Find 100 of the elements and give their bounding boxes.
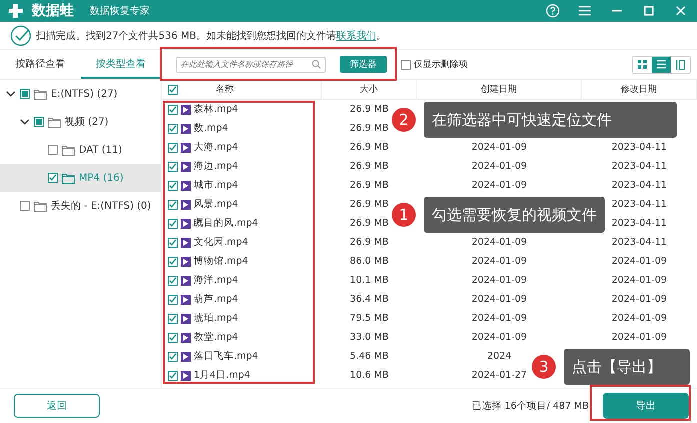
created-date: 2024-01-27 xyxy=(472,370,528,381)
maximize-icon xyxy=(644,6,654,16)
close-icon xyxy=(676,6,686,16)
video-file-icon xyxy=(181,276,191,286)
view-mode-button[interactable] xyxy=(652,56,671,72)
video-file-icon xyxy=(181,370,191,380)
callout-text: 点击【导出】 xyxy=(564,349,690,385)
modified-date: 2024-01-09 xyxy=(612,313,668,324)
created-date: 2024-01-09 xyxy=(472,332,528,343)
file-name: 落日飞车.mp4 xyxy=(194,350,258,363)
created-date: 2024-01-09 xyxy=(472,256,528,267)
checkbox[interactable] xyxy=(168,142,178,152)
created-date: 2024-01-09 xyxy=(472,237,528,248)
step-number-badge: 2 xyxy=(392,108,416,132)
search-icon xyxy=(312,60,321,69)
file-name: 葫芦.mp4 xyxy=(194,293,238,306)
chevron-icon[interactable] xyxy=(6,89,16,99)
column-header[interactable]: 修改日期 xyxy=(621,83,657,96)
app-subtitle: 数据恢复专家 xyxy=(90,4,150,18)
video-file-icon xyxy=(181,332,191,342)
created-date: 2024-01-09 xyxy=(472,180,528,191)
checkbox[interactable] xyxy=(168,84,178,94)
search-field[interactable]: 在此处输入文件名称或保存路径 xyxy=(176,56,326,72)
video-file-icon xyxy=(181,218,191,228)
video-file-icon xyxy=(181,142,191,152)
folder-icon xyxy=(34,200,47,212)
callout-text: 在筛选器中可快速定位文件 xyxy=(424,102,677,138)
file-size: 79.5 MB xyxy=(350,313,389,324)
deleted-only-label: 仅显示删除项 xyxy=(414,58,468,71)
selection-summary: 已选择 16个项目/ 487 MB xyxy=(472,400,589,412)
checkbox[interactable] xyxy=(168,276,178,286)
column-header[interactable]: 大小 xyxy=(360,83,378,96)
video-file-icon xyxy=(181,200,191,210)
contact-link[interactable]: 联系我们 xyxy=(336,30,376,42)
file-name: 文化园.mp4 xyxy=(194,236,248,249)
step-number-badge: 3 xyxy=(532,355,556,379)
video-file-icon xyxy=(181,180,191,190)
modified-date: 2024-01-09 xyxy=(612,256,668,267)
video-file-icon xyxy=(181,294,191,304)
checkbox[interactable] xyxy=(168,256,178,266)
maximize-button[interactable] xyxy=(641,3,657,19)
checkbox[interactable] xyxy=(168,314,178,324)
checkbox[interactable] xyxy=(48,145,58,155)
minimize-icon xyxy=(612,10,622,12)
checkbox[interactable] xyxy=(168,238,178,248)
file-size: 26.9 MB xyxy=(350,218,389,229)
folder-icon xyxy=(62,172,75,184)
back-button[interactable]: 返回 xyxy=(14,394,100,418)
checkbox[interactable] xyxy=(168,124,178,134)
created-date: 2024-01-09 xyxy=(472,294,528,305)
checkbox[interactable] xyxy=(168,180,178,190)
app-name: 数据蛙 xyxy=(32,2,74,20)
column-header[interactable]: 名称 xyxy=(216,83,234,96)
file-name: 1月4日.mp4 xyxy=(194,369,250,382)
filter-button[interactable]: 筛选器 xyxy=(340,56,387,73)
help-button[interactable] xyxy=(545,3,561,19)
checkbox[interactable] xyxy=(168,162,178,172)
file-size: 26.9 MB xyxy=(350,123,389,134)
file-size: 86.0 MB xyxy=(350,256,389,267)
file-name: 风景.mp4 xyxy=(194,198,238,211)
file-name: 城市.mp4 xyxy=(194,179,238,192)
column-header[interactable]: 创建日期 xyxy=(481,83,517,96)
file-name: 海洋.mp4 xyxy=(194,274,238,287)
checkbox[interactable] xyxy=(168,200,178,210)
file-size: 26.9 MB xyxy=(350,199,389,210)
checkbox[interactable] xyxy=(168,352,178,362)
callout-text: 勾选需要恢复的视频文件 xyxy=(424,197,605,233)
file-name: 森林.mp4 xyxy=(194,103,238,116)
checkbox[interactable] xyxy=(168,104,178,114)
tree-item-label[interactable]: 视频 (27) xyxy=(65,115,109,129)
checkbox[interactable] xyxy=(48,173,58,183)
tree-item-label[interactable]: E:(NTFS) (27) xyxy=(51,88,118,100)
tree-item-label[interactable]: DAT (11) xyxy=(79,144,122,156)
check-circle-icon xyxy=(10,24,32,46)
checkbox[interactable] xyxy=(168,294,178,304)
file-name: 大海.mp4 xyxy=(194,141,238,154)
modified-date: 2024-01-09 xyxy=(612,275,668,286)
modified-date: 2024-01-09 xyxy=(612,332,668,343)
chevron-icon[interactable] xyxy=(20,117,30,127)
view-tab[interactable]: 按路径查看 xyxy=(0,50,80,79)
modified-date: 2023-04-11 xyxy=(612,218,668,229)
file-size: 10.1 MB xyxy=(350,275,389,286)
file-size: 26.9 MB xyxy=(350,237,389,248)
tree-item-label[interactable]: 丢失的 - E:(NTFS) (0) xyxy=(51,199,152,213)
view-tab[interactable]: 按类型查看 xyxy=(80,50,161,79)
file-size: 26.9 MB xyxy=(350,161,389,172)
created-date: 2024-01-09 xyxy=(472,142,528,153)
list-view-icon xyxy=(657,60,666,69)
file-size: 26.9 MB xyxy=(350,104,389,115)
checkbox[interactable] xyxy=(168,370,178,380)
video-file-icon xyxy=(181,238,191,248)
checkbox[interactable] xyxy=(401,60,411,70)
checkbox[interactable] xyxy=(168,218,178,228)
created-date: 2024 xyxy=(487,351,512,362)
menu-icon xyxy=(579,6,591,16)
created-date: 2024-01-09 xyxy=(472,161,528,172)
file-name: 教堂.mp4 xyxy=(194,331,238,344)
checkbox[interactable] xyxy=(168,332,178,342)
export-button[interactable]: 导出 xyxy=(603,393,689,419)
checkbox[interactable] xyxy=(20,201,30,211)
